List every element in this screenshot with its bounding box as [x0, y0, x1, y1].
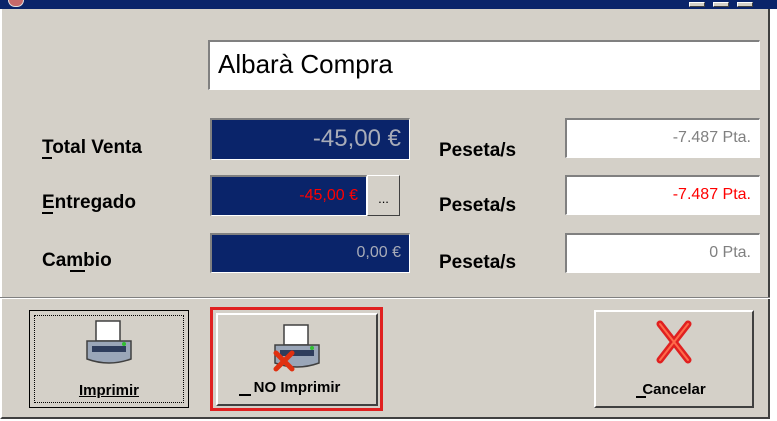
cancelar-button[interactable]: Cancelar	[594, 310, 754, 408]
separator-highlight	[0, 298, 770, 299]
cancelar-label: Cancelar	[642, 381, 706, 398]
total-venta-value: -45,00 €	[210, 118, 410, 160]
printer-icon	[86, 320, 132, 364]
red-x-icon	[656, 320, 692, 364]
maximize-button[interactable]	[713, 2, 729, 7]
imprimir-label: Imprimir	[78, 382, 139, 399]
underline-N	[239, 394, 251, 396]
underline-E	[42, 212, 53, 214]
document-type-field[interactable]: Albarà Compra	[208, 40, 760, 90]
total-venta-label: Total Venta	[42, 137, 142, 158]
underline-m	[70, 270, 85, 272]
cambio-pesetas-label: Peseta/s	[439, 252, 517, 273]
entregado-ellipsis-button[interactable]: ...	[367, 175, 400, 216]
cambio-value: 0,00 €	[210, 233, 410, 273]
underline-C	[636, 396, 646, 398]
close-button[interactable]	[737, 2, 753, 7]
total-venta-pesetas-field: -7.487 Pta.	[565, 118, 760, 158]
cambio-label: Cambio	[42, 250, 112, 271]
no-imprimir-button[interactable]: NO Imprimir	[216, 313, 378, 406]
imprimir-button[interactable]: Imprimir	[29, 310, 189, 408]
cambio-pesetas-field: 0 Pta.	[565, 233, 760, 273]
window-titlebar[interactable]	[0, 0, 777, 9]
app-icon	[8, 0, 24, 7]
minimize-button[interactable]	[689, 2, 705, 7]
total-venta-pesetas-label: Peseta/s	[439, 140, 517, 161]
underline-T	[42, 157, 52, 159]
printer-cancel-icon	[273, 324, 320, 372]
entregado-value-field[interactable]: -45,00 €	[210, 175, 367, 216]
entregado-pesetas-label: Peseta/s	[439, 195, 517, 216]
entregado-pesetas-field: -7.487 Pta.	[565, 175, 760, 215]
entregado-label: Entregado	[42, 192, 136, 213]
